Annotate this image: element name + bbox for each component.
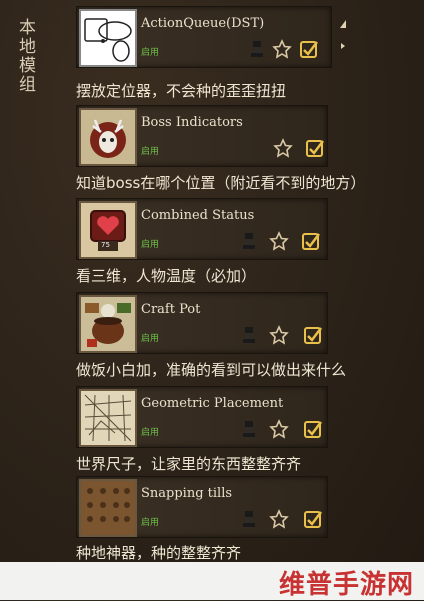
mod-status: 启用 [141,147,160,157]
mod-name: Craft Pot [141,302,201,317]
mod-status: 启用 [141,334,160,344]
enabled-checkbox-icon[interactable] [305,138,325,158]
watermark-text: 维普手游网 [278,570,414,600]
tool-icon[interactable] [239,231,259,251]
enabled-checkbox-icon[interactable] [301,231,321,251]
mod-status: 启用 [141,48,160,58]
enabled-checkbox-icon[interactable] [299,39,319,59]
favorite-star-icon[interactable] [273,138,293,158]
mod-status: 启用 [141,428,160,438]
tool-icon[interactable] [239,419,259,439]
mod-description: 看三维，人物温度（必加） [76,267,257,285]
mod-card-geometric-placement[interactable]: Geometric Placement 启用 [76,386,328,448]
mod-card-actionqueue[interactable]: ActionQueue(DST) 启用 [76,6,332,68]
mod-description: 摆放定位器，不会种的歪歪扭扭 [76,82,287,100]
scroll-marker-icon[interactable] [338,40,348,52]
crock-pot-icon [79,295,137,353]
mod-description: 世界尺子，让家里的东西整整齐齐 [76,455,302,473]
scroll-up-icon[interactable] [338,18,348,30]
mod-card-combined-status[interactable]: 75 Combined Status 启用 [76,198,328,260]
tilled-soil-icon [79,479,137,537]
favorite-star-icon[interactable] [269,231,289,251]
deer-skull-icon [79,108,137,166]
mod-status: 启用 [141,240,160,250]
watermark-bar: 维普手游网 [0,562,424,600]
tool-icon[interactable] [247,39,267,59]
mod-name: Snapping tills [141,486,233,501]
selection-loop-icon [79,9,137,67]
favorite-star-icon[interactable] [269,509,289,529]
favorite-star-icon[interactable] [272,39,292,59]
mod-card-craft-pot[interactable]: Craft Pot 启用 [76,292,328,354]
tool-icon[interactable] [239,325,259,345]
mod-card-snapping-tills[interactable]: Snapping tills 启用 [76,476,328,538]
favorite-star-icon[interactable] [269,325,289,345]
tool-icon[interactable] [239,509,259,529]
mod-description: 做饭小白加，准确的看到可以做出来什么 [76,361,347,379]
enabled-checkbox-icon[interactable] [303,325,323,345]
mod-name: Geometric Placement [141,396,284,411]
status-value: 75 [101,241,110,249]
heart-badge-icon: 75 [79,201,137,259]
mod-description: 知道boss在哪个位置（附近看不到的地方） [76,174,366,192]
mod-name: ActionQueue(DST) [141,16,265,31]
mod-card-boss-indicators[interactable]: Boss Indicators 启用 [76,105,328,167]
mod-name: Boss Indicators [141,115,243,130]
enabled-checkbox-icon[interactable] [303,509,323,529]
mod-status: 启用 [141,518,160,528]
local-mods-label: 本地模组 [15,18,35,94]
mod-name: Combined Status [141,208,255,223]
grid-sketch-icon [79,389,137,447]
mod-description: 种地神器，种的整整齐齐 [76,544,242,562]
enabled-checkbox-icon[interactable] [303,419,323,439]
favorite-star-icon[interactable] [269,419,289,439]
